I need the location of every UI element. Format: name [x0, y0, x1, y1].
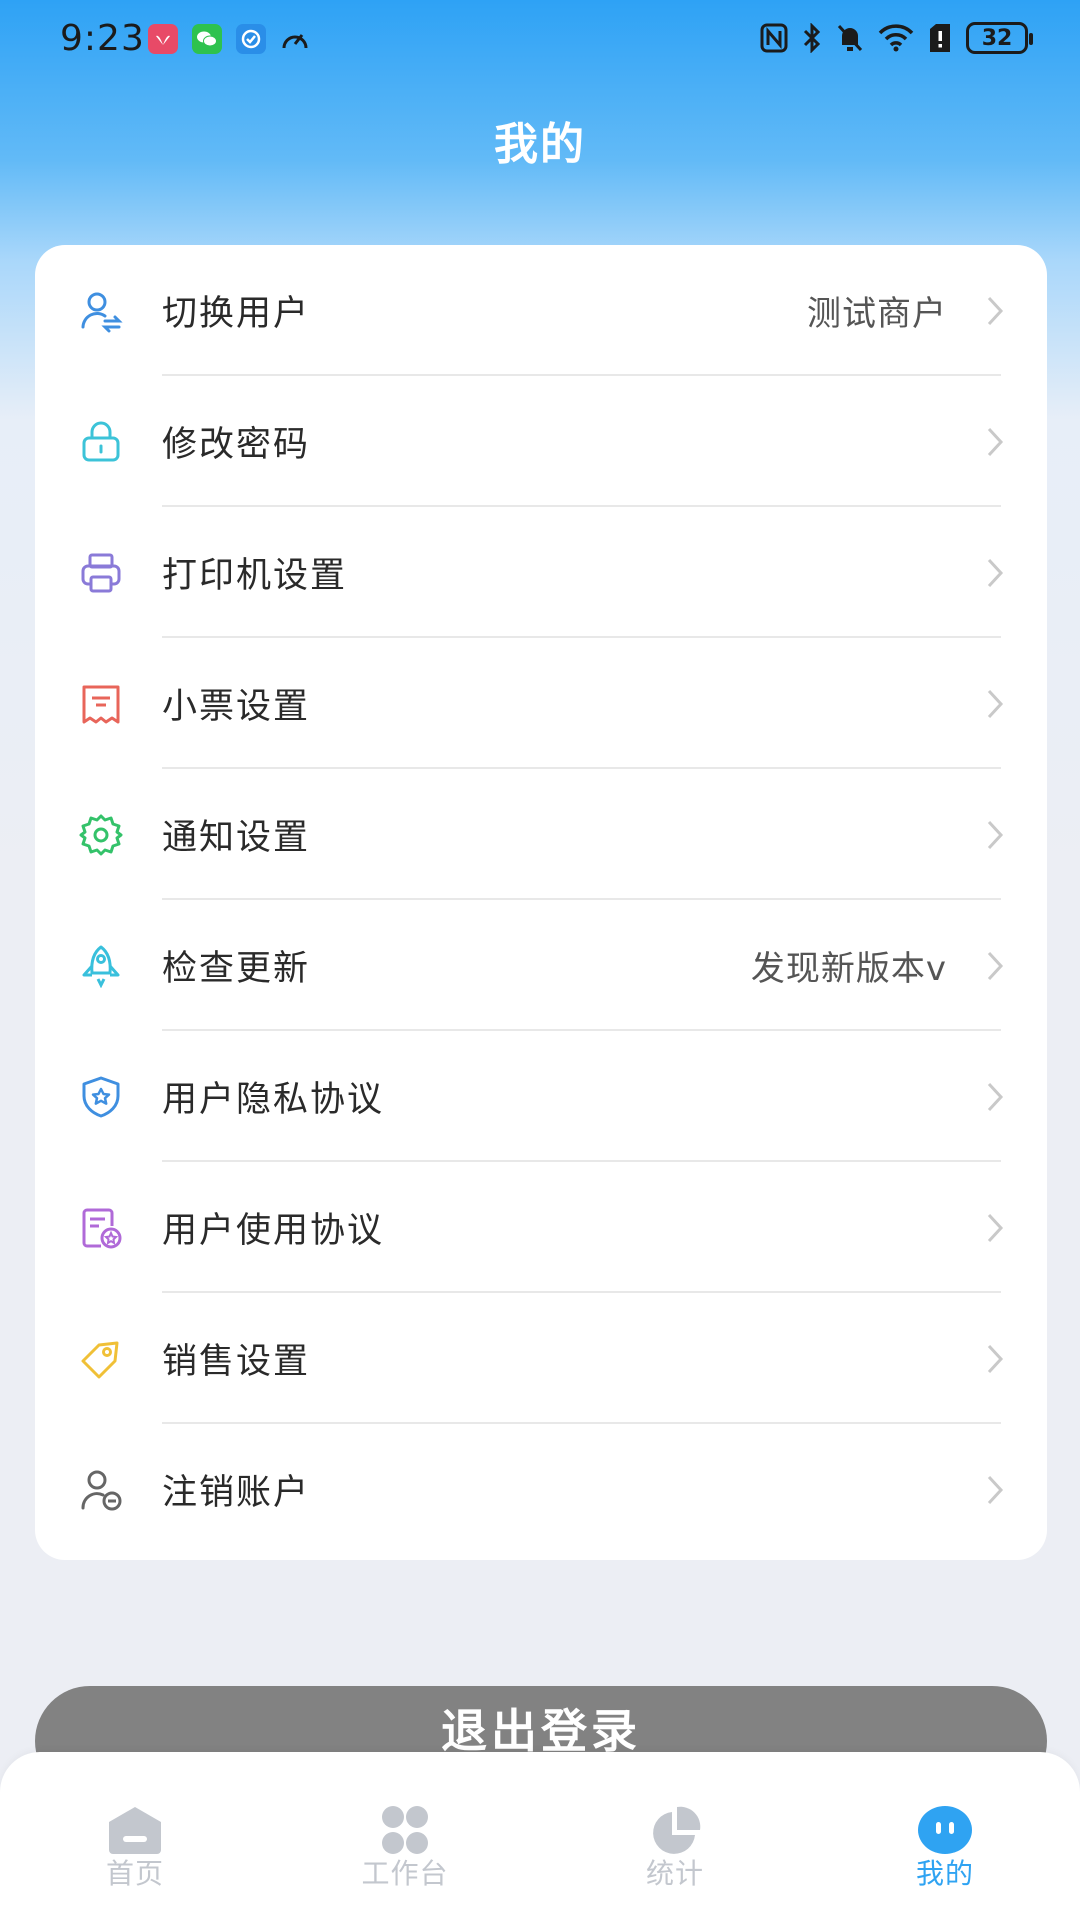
rocket-icon [82, 945, 120, 988]
profile-face-icon [918, 1806, 972, 1854]
status-bar: 9:23 32 [0, 0, 1080, 80]
menu-item-receipt-settings[interactable]: 小票设置 [35, 638, 1047, 769]
lock-icon [82, 421, 120, 461]
pie-chart-icon [653, 1806, 701, 1854]
notification-icons [148, 24, 310, 54]
chevron-right-icon [987, 1475, 1004, 1504]
menu-item-label: 小票设置 [162, 687, 311, 727]
sim-alert-icon [930, 24, 950, 52]
tab-label: 首页 [105, 1857, 164, 1890]
menu-item-change-password[interactable]: 修改密码 [35, 376, 1047, 507]
menu-item-check-update[interactable]: 检查更新 发现新版本v [35, 900, 1047, 1031]
check-app-icon [236, 24, 266, 54]
grid-icon [382, 1806, 428, 1854]
tab-mine[interactable]: 我的 [855, 1752, 1035, 1920]
page-title: 我的 [494, 119, 586, 170]
tab-home[interactable]: 首页 [45, 1752, 225, 1920]
status-time: 9:23 [60, 18, 145, 59]
chevron-right-icon [987, 951, 1004, 980]
chevron-right-icon [987, 558, 1004, 587]
mute-bell-icon [837, 24, 863, 52]
tab-label: 我的 [915, 1857, 974, 1890]
user-switch-icon [81, 292, 123, 332]
chevron-right-icon [987, 427, 1004, 456]
menu-item-privacy-agreement[interactable]: 用户隐私协议 [35, 1031, 1047, 1162]
chevron-right-icon [987, 689, 1004, 718]
menu-item-value: 测试商户 [807, 294, 947, 334]
menu-item-label: 通知设置 [162, 818, 311, 858]
menu-item-notification-settings[interactable]: 通知设置 [35, 769, 1047, 900]
chevron-right-icon [987, 1213, 1004, 1242]
system-icons: 32 [760, 22, 1033, 54]
menu-item-printer-settings[interactable]: 打印机设置 [35, 507, 1047, 638]
menu-item-label: 销售设置 [162, 1342, 311, 1382]
nfc-icon [760, 23, 788, 53]
menu-item-label: 用户使用协议 [162, 1211, 385, 1251]
chevron-right-icon [987, 296, 1004, 325]
menu-item-label: 打印机设置 [162, 556, 348, 596]
chevron-right-icon [987, 1344, 1004, 1373]
printer-icon [81, 553, 121, 592]
menu-item-usage-agreement[interactable]: 用户使用协议 [35, 1162, 1047, 1293]
menu-item-label: 修改密码 [162, 425, 311, 465]
menu-item-label: 检查更新 [162, 949, 311, 989]
tab-statistics[interactable]: 统计 [585, 1752, 765, 1920]
chevron-right-icon [987, 1082, 1004, 1111]
menu-item-label: 切换用户 [162, 294, 311, 334]
tag-icon [81, 1341, 119, 1378]
bluetooth-icon [803, 23, 821, 53]
wechat-icon [192, 24, 222, 54]
speedometer-icon [280, 24, 310, 54]
menu-item-label: 用户隐私协议 [162, 1080, 385, 1120]
wifi-icon [878, 24, 914, 52]
menu-item-delete-account[interactable]: 注销账户 [35, 1424, 1047, 1555]
menu-item-label: 注销账户 [162, 1473, 311, 1513]
tab-workbench[interactable]: 工作台 [315, 1752, 495, 1920]
tab-label: 工作台 [361, 1857, 449, 1890]
screen: 9:23 32 我的 切换用户 测试商户 修改密码 打印机设置 小票设置 通知设… [0, 0, 1080, 1920]
battery-indicator: 32 [966, 22, 1033, 54]
menu-item-switch-user[interactable]: 切换用户 测试商户 [35, 245, 1047, 376]
receipt-icon [82, 685, 120, 723]
shield-icon [82, 1076, 120, 1117]
home-icon [109, 1807, 161, 1854]
tab-label: 统计 [645, 1857, 704, 1890]
menu-item-sales-settings[interactable]: 销售设置 [35, 1293, 1047, 1424]
gear-icon [79, 814, 123, 855]
huawei-app-icon [148, 24, 178, 54]
chevron-right-icon [987, 820, 1004, 849]
document-badge-icon [82, 1208, 122, 1248]
bottom-tab-bar: 首页 工作台 统计 我的 [0, 1752, 1080, 1920]
settings-card: 切换用户 测试商户 修改密码 打印机设置 小票设置 通知设置 检查更新 发现新版… [35, 245, 1047, 1560]
user-remove-icon [81, 1470, 122, 1510]
menu-item-value: 发现新版本v [750, 949, 947, 989]
